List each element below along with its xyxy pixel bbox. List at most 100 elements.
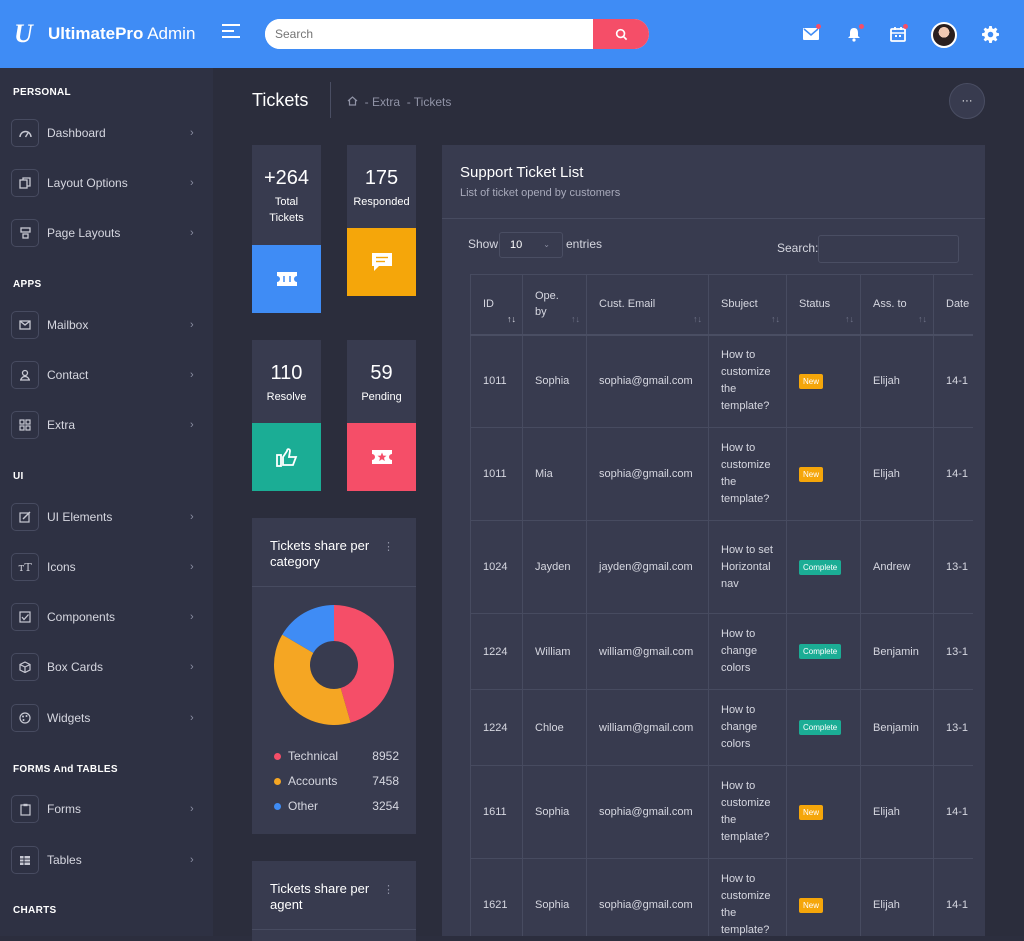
bell-icon[interactable]	[844, 24, 864, 44]
text-icon: ᴛT	[11, 553, 39, 581]
agent-share-card: Tickets share per agent ⋮	[252, 861, 416, 941]
cell-date: 13-1	[933, 613, 973, 690]
chevron-right-icon: ›	[190, 803, 194, 815]
sidebar-item-forms[interactable]: Forms ›	[0, 789, 213, 829]
column-header-email[interactable]: Cust. Email ↑↓	[586, 274, 709, 335]
sidebar-item-page-layouts[interactable]: Page Layouts ›	[0, 213, 213, 253]
cell-assigned-to: Elijah	[860, 427, 934, 521]
sidebar-item-widgets[interactable]: Widgets ›	[0, 698, 213, 738]
breadcrumb-extra[interactable]: - Extra	[365, 95, 400, 109]
sidebar-item-label: Extra	[47, 418, 76, 432]
show-label: Show	[468, 237, 499, 251]
chevron-right-icon: ›	[190, 511, 194, 523]
sidebar-item-mailbox[interactable]: Mailbox ›	[0, 305, 213, 345]
calendar-icon[interactable]	[888, 24, 908, 44]
sort-icon: ↑↓	[571, 313, 580, 324]
cell-assigned-to: Andrew	[860, 520, 934, 614]
sidebar-item-components[interactable]: Components ›	[0, 597, 213, 637]
sidebar-item-dashboard[interactable]: Dashboard ›	[0, 113, 213, 153]
sidebar-item-ui-elements[interactable]: UI Elements ›	[0, 497, 213, 537]
table-row[interactable]: 1224 Chloe william@gmail.com How to change …	[470, 689, 973, 766]
breadcrumb: - Extra - Tickets	[347, 95, 451, 109]
sort-icon: ↑↓	[507, 313, 516, 324]
stat-total-tickets: +264 Total Tickets	[252, 145, 321, 313]
chevron-right-icon: ›	[190, 661, 194, 673]
stat-icon-block	[252, 245, 321, 313]
table-row[interactable]: 1224 William william@gmail.com How to chang…	[470, 613, 973, 690]
column-header-status[interactable]: Status ↑↓	[786, 274, 861, 335]
search-bar	[265, 19, 649, 49]
status-badge: New	[799, 466, 824, 482]
cell-opened-by: William	[522, 613, 587, 690]
entries-select[interactable]: 10 ⌄	[499, 232, 563, 258]
stat-label: Responded	[353, 196, 410, 208]
cell-email: william@gmail.com	[586, 613, 709, 690]
avatar[interactable]	[931, 22, 957, 48]
stat-value: 110	[270, 362, 303, 384]
cell-opened-by: Mia	[522, 427, 587, 521]
ticket-star-icon	[371, 450, 392, 464]
search-button[interactable]	[593, 19, 649, 49]
hamburger-menu-icon[interactable]	[222, 24, 240, 40]
table-row[interactable]: 1611 Sophia sophia@gmail.com How to customi…	[470, 765, 973, 859]
status-badge: New	[799, 804, 824, 820]
notification-dot	[859, 24, 864, 29]
chevron-right-icon: ›	[190, 177, 194, 189]
cell-subject: How to customize the template?	[708, 334, 787, 428]
legend-item-other: Other 3254	[274, 799, 399, 813]
chevron-right-icon: ›	[190, 319, 194, 331]
sidebar-item-extra[interactable]: Extra ›	[0, 405, 213, 445]
cell-status: Complete	[786, 689, 861, 766]
card-menu-icon[interactable]: ⋮	[383, 883, 394, 896]
sort-icon: ↑↓	[918, 313, 927, 324]
ticket-table-wrapper[interactable]: ID ↑↓ Ope. by ↑↓ Cust. Email ↑↓ Sbuject ↑↓ S…	[470, 274, 973, 936]
table-row[interactable]: 1011 Mia sophia@gmail.com How to customize …	[470, 427, 973, 521]
sidebar-item-label: Forms	[47, 802, 81, 816]
column-header-assigned-to[interactable]: Ass. to ↑↓	[860, 274, 934, 335]
entries-label: entries	[566, 237, 603, 251]
legend-dot	[274, 752, 281, 760]
chevron-right-icon: ›	[190, 227, 194, 239]
cell-subject: How to change colors	[708, 613, 787, 690]
logo[interactable]: U UltimatePro Admin	[0, 0, 213, 68]
chat-icon	[371, 253, 392, 271]
cell-date: 14-1	[933, 427, 973, 521]
mail-icon[interactable]	[801, 24, 821, 44]
box-icon	[11, 653, 39, 681]
cell-opened-by: Jayden	[522, 520, 587, 614]
sort-icon: ↑↓	[771, 313, 780, 324]
sidebar-item-layout-options[interactable]: Layout Options ›	[0, 163, 213, 203]
table-row[interactable]: 1011 Sophia sophia@gmail.com How to customi…	[470, 334, 973, 428]
table-row[interactable]: 1024 Jayden jayden@gmail.com How to set Hor…	[470, 520, 973, 614]
gear-icon[interactable]	[980, 24, 1000, 44]
table-row[interactable]: 1621 Sophia sophia@gmail.com How to customi…	[470, 858, 973, 936]
sidebar-item-label: Mailbox	[47, 318, 89, 332]
sidebar-section-personal: PERSONAL	[13, 87, 71, 98]
cell-date: 14-1	[933, 858, 973, 936]
home-icon[interactable]	[347, 95, 358, 109]
card-divider	[252, 929, 416, 930]
column-header-id[interactable]: ID ↑↓	[470, 274, 523, 335]
cell-email: sophia@gmail.com	[586, 427, 709, 521]
legend-dot	[274, 802, 281, 810]
column-header-subject[interactable]: Sbuject ↑↓	[708, 274, 787, 335]
sidebar-item-label: Components	[47, 610, 116, 624]
sidebar-item-box-cards[interactable]: Box Cards ›	[0, 647, 213, 687]
support-ticket-panel: Support Ticket List List of ticket opend…	[442, 145, 985, 936]
cell-assigned-to: Elijah	[860, 334, 934, 428]
sidebar-item-contact[interactable]: Contact ›	[0, 355, 213, 395]
stat-responded: 175 Responded	[347, 145, 416, 296]
card-menu-icon[interactable]: ⋮	[383, 540, 394, 553]
search-input[interactable]	[265, 19, 593, 49]
sidebar-item-icons[interactable]: ᴛT Icons ›	[0, 547, 213, 587]
cell-subject: How to set Horizontal nav	[708, 520, 787, 614]
column-header-date[interactable]: Date	[933, 274, 973, 335]
sidebar-item-tables[interactable]: Tables ›	[0, 840, 213, 880]
chevron-right-icon: ›	[190, 611, 194, 623]
layout-icon	[11, 219, 39, 247]
cell-subject: How to customize the template?	[708, 858, 787, 936]
breadcrumb-tickets: - Tickets	[406, 95, 452, 109]
more-options-button[interactable]: ···	[949, 83, 985, 119]
column-header-opened-by[interactable]: Ope. by ↑↓	[522, 274, 587, 335]
table-search-input[interactable]	[818, 235, 959, 263]
